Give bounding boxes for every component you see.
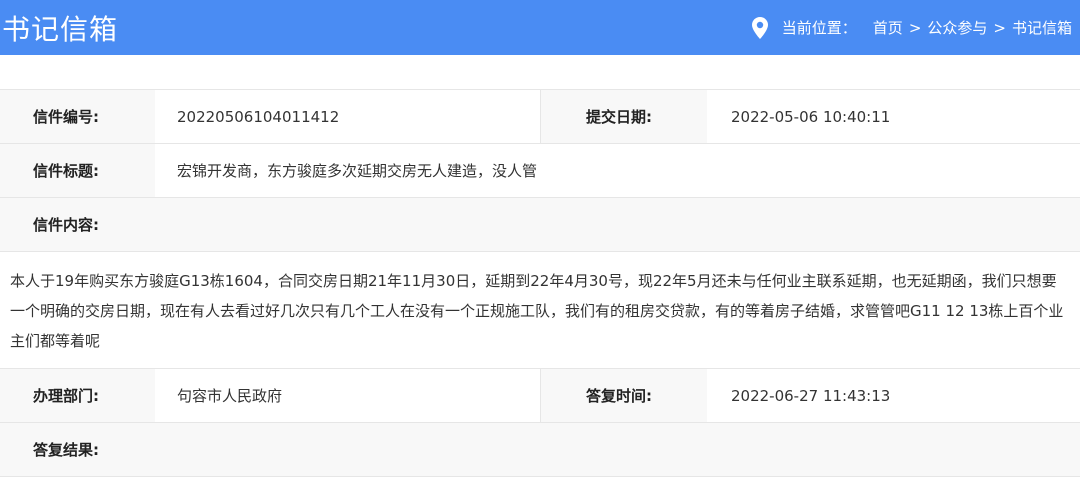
- breadcrumb-separator: >: [908, 18, 922, 37]
- page-header: 书记信箱 当前位置： 首页 > 公众参与 > 书记信箱: [0, 0, 1080, 55]
- breadcrumb-current[interactable]: 书记信箱: [1012, 17, 1072, 38]
- reply-time: 2022-06-27 11:43:13: [731, 386, 891, 405]
- breadcrumb-home[interactable]: 首页: [873, 17, 903, 38]
- spacer: [0, 55, 1080, 90]
- letter-number: 20220506104011412: [177, 107, 340, 126]
- breadcrumb: 当前位置： 首页 > 公众参与 > 书记信箱: [751, 16, 1072, 39]
- letter-content: 本人于19年购买东方骏庭G13栋1604，合同交房日期21年11月30日，延期到…: [0, 252, 1080, 369]
- row-department-time: 办理部门: 句容市人民政府 答复时间: 2022-06-27 11:43:13: [0, 369, 1080, 423]
- reply-result-label: 答复结果:: [0, 423, 155, 476]
- letter-subject: 宏锦开发商，东方骏庭多次延期交房无人建造，没人管: [177, 162, 538, 180]
- submit-date: 2022-05-06 10:40:11: [731, 107, 891, 126]
- department: 句容市人民政府: [177, 387, 283, 405]
- breadcrumb-separator: >: [993, 18, 1006, 37]
- department-label: 办理部门:: [0, 369, 155, 422]
- number-label: 信件编号:: [0, 90, 155, 143]
- row-reply-result: 答复结果:: [0, 423, 1080, 477]
- reply-time-label: 答复时间:: [540, 369, 707, 422]
- breadcrumb-public-participation[interactable]: 公众参与: [927, 17, 987, 38]
- content-label: 信件内容:: [0, 198, 155, 251]
- location-pin-icon: [751, 16, 768, 39]
- page-title: 书记信箱: [2, 12, 119, 46]
- location-label: 当前位置：: [781, 19, 857, 37]
- submit-date-label: 提交日期:: [540, 90, 707, 143]
- row-number-date: 信件编号: 20220506104011412 提交日期: 2022-05-06…: [0, 90, 1080, 144]
- row-content-label: 信件内容:: [0, 198, 1080, 252]
- subject-label: 信件标题:: [0, 144, 155, 197]
- row-subject: 信件标题: 宏锦开发商，东方骏庭多次延期交房无人建造，没人管: [0, 144, 1080, 198]
